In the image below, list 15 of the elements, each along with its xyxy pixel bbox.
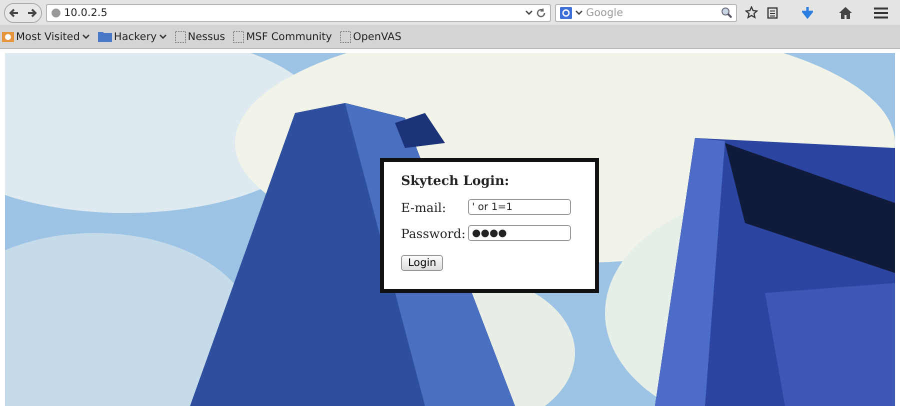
field-label: E-mail: [401, 200, 448, 214]
bookmark-menu[interactable]: Most Visited [2, 30, 90, 42]
bookmark-link[interactable]: OpenVAS [340, 30, 402, 42]
search-input[interactable]: Google [586, 6, 718, 18]
address-bar[interactable]: 10.0.2.5 [46, 4, 551, 22]
field-label: Password: [401, 226, 467, 240]
bookmark-menu[interactable]: Hackery [98, 30, 167, 42]
login-button[interactable]: Login [401, 255, 444, 271]
search-bar[interactable]: Google [555, 4, 737, 22]
login-title: Skytech Login: [401, 174, 510, 189]
input-field[interactable]: ' or 1=1 [468, 199, 571, 215]
bookmark-link[interactable]: Nessus [174, 30, 226, 42]
input-field[interactable]: ●●●● [468, 225, 571, 241]
bookmark-link[interactable]: MSF Community [233, 30, 332, 42]
url-field[interactable]: 10.0.2.5 [64, 6, 522, 18]
